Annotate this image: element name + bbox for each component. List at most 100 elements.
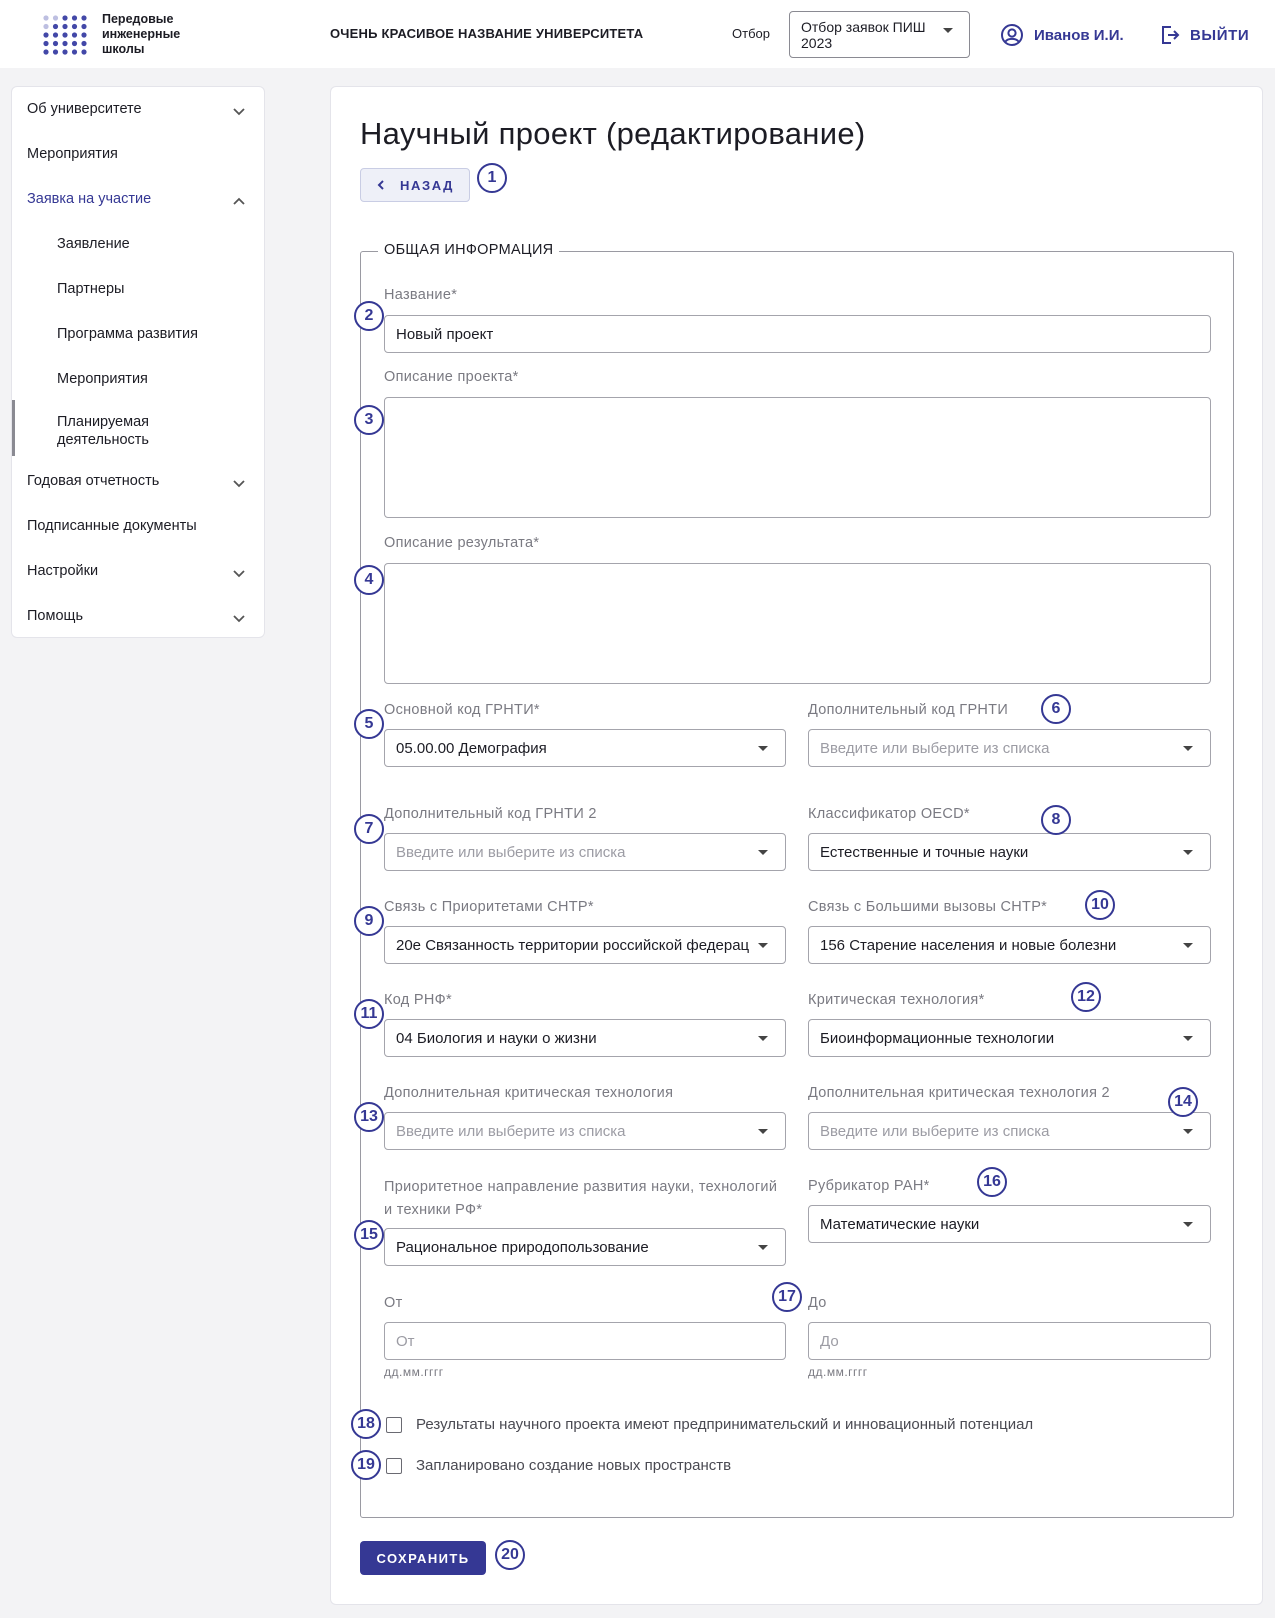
logo-dot bbox=[43, 32, 49, 38]
sidebar-item-sub-events[interactable]: Мероприятия bbox=[12, 371, 264, 391]
date-from-input[interactable] bbox=[384, 1322, 786, 1360]
logout-label: ВЫЙТИ bbox=[1190, 26, 1250, 44]
sidebar-item-label: Заявление bbox=[57, 236, 130, 252]
annotation-badge: 2 bbox=[354, 301, 384, 331]
logo-dot bbox=[81, 15, 87, 21]
grnti-extra-select[interactable]: Введите или выберите из списка bbox=[808, 729, 1211, 767]
checkbox-label: Результаты научного проекта имеют предпр… bbox=[416, 1416, 1034, 1433]
priority-direction-label: Приоритетное направление развития науки,… bbox=[384, 1179, 778, 1218]
save-button[interactable]: СОХРАНИТЬ bbox=[360, 1541, 486, 1575]
critical-tech-select[interactable]: Биоинформационные технологии bbox=[808, 1019, 1211, 1057]
annotation-badge: 8 bbox=[1041, 805, 1071, 835]
sidebar-item-label: Заявка на участие bbox=[27, 191, 152, 207]
sntr-priorities-select[interactable]: 20е Связанность территории российской фе… bbox=[384, 926, 786, 964]
sidebar-item-application[interactable]: Заявка на участие bbox=[12, 191, 264, 211]
logo-dot bbox=[71, 32, 78, 38]
caret-down-icon bbox=[1183, 943, 1193, 948]
critical-tech-extra2-label: Дополнительная критическая технология 2 bbox=[808, 1085, 1110, 1101]
logo-dot bbox=[71, 23, 78, 30]
ran-rubricator-value: Математические науки bbox=[820, 1216, 980, 1233]
critical-tech-extra-select[interactable]: Введите или выберите из списка bbox=[384, 1112, 786, 1150]
chevron-down-icon bbox=[233, 480, 245, 488]
sidebar-item-statement[interactable]: Заявление bbox=[12, 236, 264, 256]
logo-dot bbox=[52, 23, 59, 30]
sidebar-item-label: Мероприятия bbox=[27, 146, 118, 162]
user-menu[interactable]: Иванов И.И. bbox=[1000, 22, 1124, 48]
oecd-select[interactable]: Естественные и точные науки bbox=[808, 833, 1211, 871]
annotation-badge: 12 bbox=[1071, 982, 1101, 1012]
annotation-badge: 6 bbox=[1041, 694, 1071, 724]
critical-tech-extra2-placeholder: Введите или выберите из списка bbox=[820, 1123, 1050, 1140]
logo-dot bbox=[62, 32, 68, 38]
name-input[interactable] bbox=[384, 315, 1211, 353]
new-spaces-checkbox[interactable]: Запланировано создание новых пространств bbox=[386, 1457, 731, 1474]
back-button[interactable]: НАЗАД bbox=[360, 168, 470, 202]
sntr-challenges-select[interactable]: 156 Старение населения и новые болезни bbox=[808, 926, 1211, 964]
sidebar-item-events[interactable]: Мероприятия bbox=[12, 146, 264, 166]
caret-down-icon bbox=[758, 1036, 768, 1041]
logo-text: Передовые инженерные школы bbox=[102, 12, 181, 56]
sidebar-item-planned-activity[interactable]: Планируемая деятельность bbox=[12, 413, 264, 453]
save-label: СОХРАНИТЬ bbox=[376, 1550, 470, 1566]
chevron-left-icon bbox=[377, 180, 384, 190]
sidebar-item-label: Подписанные документы bbox=[27, 518, 197, 534]
otbor-select[interactable]: Отбор заявок ПИШ 2023 bbox=[789, 11, 970, 58]
annotation-badge: 3 bbox=[354, 405, 384, 435]
sidebar-item-signed-docs[interactable]: Подписанные документы bbox=[12, 518, 264, 538]
annotation-badge: 10 bbox=[1085, 890, 1115, 920]
logo-dot bbox=[81, 40, 87, 47]
caret-down-icon bbox=[1183, 1129, 1193, 1134]
grnti-main-value: 05.00.00 Демография bbox=[396, 740, 547, 757]
grnti-extra2-select[interactable]: Введите или выберите из списка bbox=[384, 833, 786, 871]
logo-dot bbox=[52, 40, 59, 47]
checkbox-box[interactable] bbox=[386, 1416, 402, 1433]
date-to-input[interactable] bbox=[808, 1322, 1211, 1360]
annotation-badge: 14 bbox=[1168, 1087, 1198, 1117]
description-label: Описание проекта* bbox=[384, 369, 519, 385]
otbor-value: Отбор заявок ПИШ 2023 bbox=[801, 19, 926, 51]
sidebar-item-label: Помощь bbox=[27, 608, 84, 624]
annotation-badge: 9 bbox=[354, 906, 384, 936]
sidebar-item-help[interactable]: Помощь bbox=[12, 608, 264, 628]
ran-rubricator-select[interactable]: Математические науки bbox=[808, 1205, 1211, 1243]
logo-dot bbox=[81, 49, 87, 55]
chevron-down-icon bbox=[233, 108, 245, 116]
caret-down-icon bbox=[943, 28, 953, 33]
annotation-badge: 18 bbox=[351, 1409, 381, 1439]
sidebar-item-about[interactable]: Об университете bbox=[12, 101, 264, 121]
sidebar-item-partners[interactable]: Партнеры bbox=[12, 281, 264, 301]
annotation-badge: 7 bbox=[354, 814, 384, 844]
logo-dot bbox=[43, 40, 49, 47]
annotation-badge: 1 bbox=[477, 163, 507, 193]
logo-dot bbox=[43, 49, 49, 55]
logout-button[interactable]: ВЫЙТИ bbox=[1160, 22, 1249, 48]
sidebar-item-program[interactable]: Программа развития bbox=[12, 326, 264, 346]
rnf-value: 04 Биология и науки о жизни bbox=[396, 1030, 597, 1047]
annotation-badge: 11 bbox=[354, 999, 384, 1029]
sidebar-item-label: Партнеры bbox=[57, 281, 125, 297]
logo-dot bbox=[62, 15, 68, 21]
critical-tech-extra2-select[interactable]: Введите или выберите из списка bbox=[808, 1112, 1211, 1150]
otbor-label: Отбор bbox=[732, 26, 770, 41]
grnti-main-select[interactable]: 05.00.00 Демография bbox=[384, 729, 786, 767]
description-textarea[interactable] bbox=[384, 397, 1211, 518]
result-label: Описание результата* bbox=[384, 535, 540, 551]
date-from-label: От bbox=[384, 1295, 403, 1311]
caret-down-icon bbox=[758, 746, 768, 751]
sidebar-item-label: Программа развития bbox=[57, 326, 199, 342]
priority-direction-select[interactable]: Рациональное природопользование bbox=[384, 1228, 786, 1266]
sidebar-item-annual-report[interactable]: Годовая отчетность bbox=[12, 473, 264, 493]
logo-icon bbox=[43, 15, 87, 55]
innovation-potential-checkbox[interactable]: Результаты научного проекта имеют предпр… bbox=[386, 1416, 1033, 1433]
critical-tech-extra-placeholder: Введите или выберите из списка bbox=[396, 1123, 626, 1140]
checkbox-box[interactable] bbox=[386, 1457, 402, 1474]
annotation-badge: 4 bbox=[354, 565, 384, 595]
chevron-down-icon bbox=[233, 570, 245, 578]
sidebar-item-settings[interactable]: Настройки bbox=[12, 563, 264, 583]
caret-down-icon bbox=[758, 1129, 768, 1134]
logo-dot bbox=[52, 32, 59, 38]
result-textarea[interactable] bbox=[384, 563, 1211, 684]
rnf-select[interactable]: 04 Биология и науки о жизни bbox=[384, 1019, 786, 1057]
sntr-challenges-label: Связь с Большими вызовы СНТР* bbox=[808, 899, 1048, 915]
top-header: Передовые инженерные школы ОЧЕНЬ КРАСИВО… bbox=[0, 0, 1275, 68]
